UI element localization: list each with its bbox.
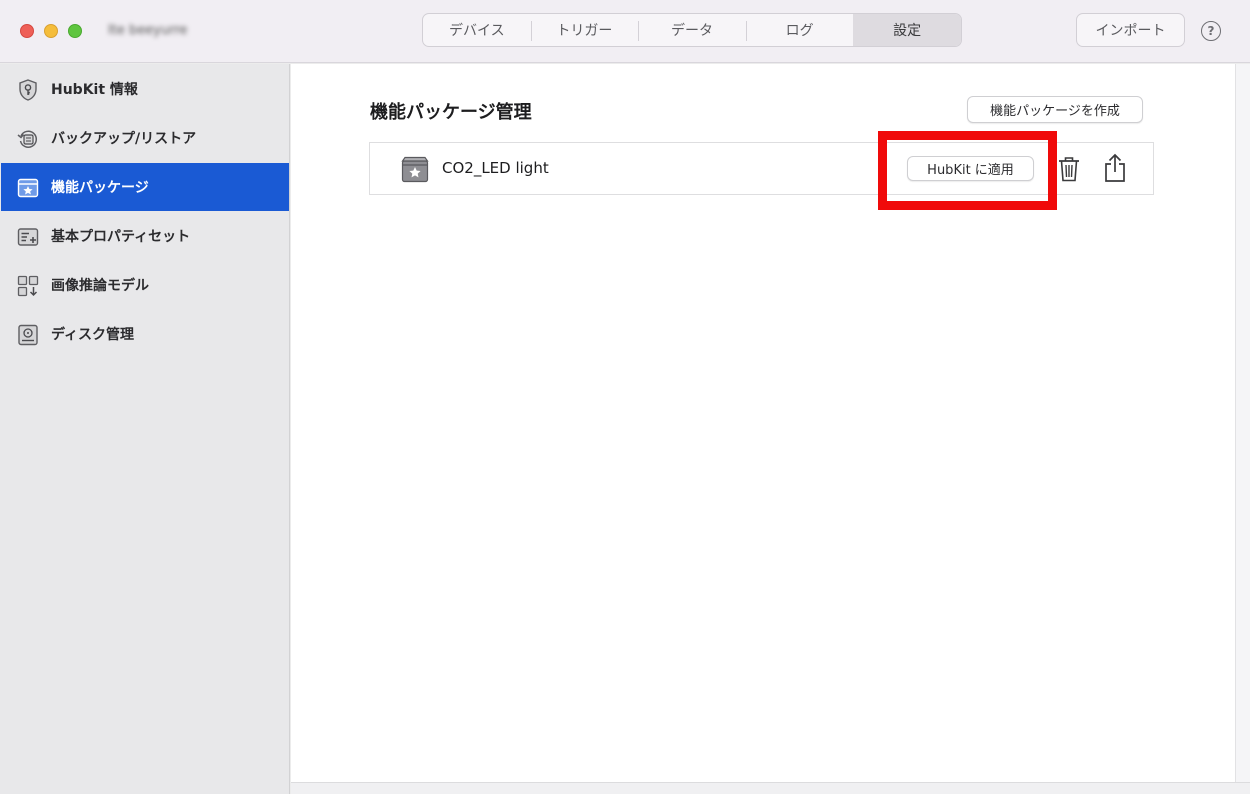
package-star-icon [17, 178, 39, 198]
property-set-icon [17, 228, 39, 246]
shield-key-icon [19, 79, 37, 101]
main-tab-bar: デバイス トリガー データ ログ 設定 [422, 13, 962, 47]
sidebar-item-label: ディスク管理 [51, 327, 135, 343]
sidebar-item-label: HubKit 情報 [51, 82, 138, 98]
sidebar-item-function-packages[interactable]: 機能パッケージ [1, 163, 289, 211]
minimize-window-button[interactable] [44, 24, 58, 38]
sidebar-item-basic-property-set[interactable]: 基本プロパティセット [1, 212, 289, 260]
grid-download-icon [17, 275, 39, 297]
import-button[interactable]: インポート [1076, 13, 1185, 47]
package-name: CO2_LED light [442, 159, 549, 177]
package-star-icon [401, 156, 429, 183]
sidebar: HubKit 情報 バックアップ/リストア 機能パッケージ 基本プロパティセット [0, 64, 290, 794]
sidebar-item-label: 機能パッケージ [51, 180, 149, 196]
sidebar-item-label: 基本プロパティセット [51, 229, 191, 245]
tab-devices[interactable]: デバイス [423, 14, 531, 46]
status-strip [291, 782, 1250, 794]
close-window-button[interactable] [20, 24, 34, 38]
main-panel: 機能パッケージ管理 機能パッケージを作成 CO2_LED light HubKi… [291, 64, 1235, 782]
share-icon[interactable] [1103, 153, 1127, 183]
create-package-button[interactable]: 機能パッケージを作成 [967, 96, 1143, 123]
title-bar: Ite beeyurre デバイス トリガー データ ログ 設定 インポート ? [0, 0, 1250, 63]
sidebar-item-backup-restore[interactable]: バックアップ/リストア [1, 114, 289, 162]
sidebar-item-label: バックアップ/リストア [51, 131, 197, 147]
list-item: CO2_LED light HubKit に適用 [369, 142, 1154, 195]
page-title: 機能パッケージ管理 [370, 102, 532, 123]
apply-to-hubkit-button[interactable]: HubKit に適用 [907, 156, 1034, 181]
help-button[interactable]: ? [1201, 21, 1221, 41]
sidebar-item-disk-management[interactable]: ディスク管理 [1, 310, 289, 358]
sidebar-item-hubkit-info[interactable]: HubKit 情報 [1, 65, 289, 113]
tab-settings[interactable]: 設定 [853, 14, 961, 46]
trash-icon[interactable] [1057, 155, 1081, 183]
window-title: Ite beeyurre [108, 23, 188, 38]
sidebar-item-image-inference-model[interactable]: 画像推論モデル [1, 261, 289, 309]
tab-data[interactable]: データ [638, 14, 746, 46]
tab-triggers[interactable]: トリガー [530, 14, 639, 46]
sidebar-item-label: 画像推論モデル [51, 278, 149, 294]
zoom-window-button[interactable] [68, 24, 82, 38]
window-right-edge [1235, 64, 1250, 782]
backup-restore-icon [17, 130, 38, 148]
disk-icon [18, 324, 38, 346]
tab-logs[interactable]: ログ [745, 14, 854, 46]
